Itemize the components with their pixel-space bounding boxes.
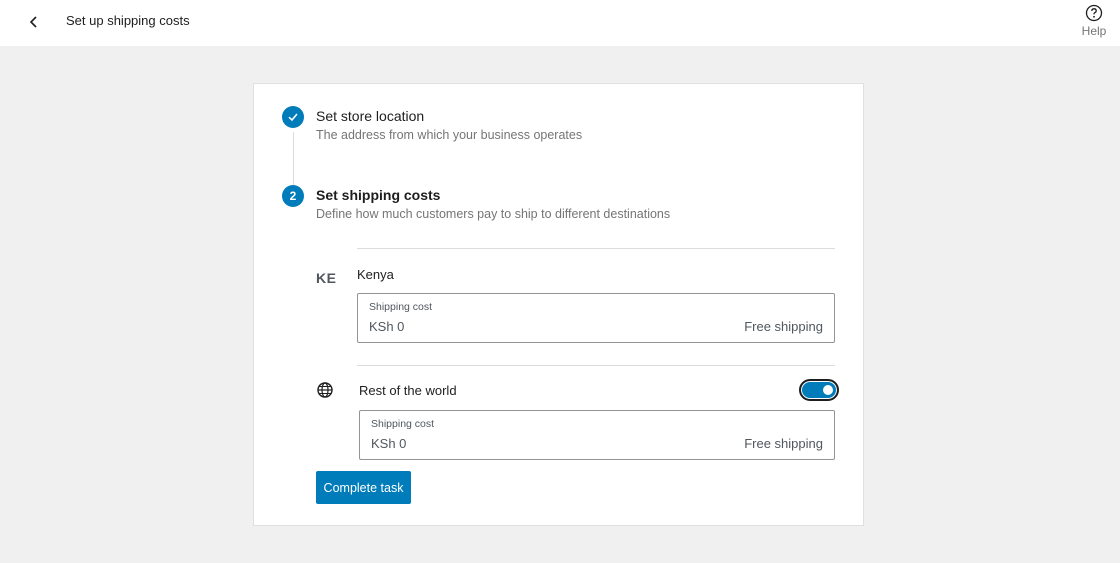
help-button[interactable]: Help xyxy=(1080,4,1108,40)
divider xyxy=(357,365,835,366)
step-title: Set store location xyxy=(316,108,425,124)
chevron-left-icon xyxy=(29,16,37,28)
free-shipping-hint: Free shipping xyxy=(744,436,823,451)
step-number-badge: 2 xyxy=(282,185,304,207)
shipping-cost-label: Shipping cost xyxy=(371,418,435,430)
back-button[interactable] xyxy=(22,10,46,34)
step-complete-badge xyxy=(282,106,304,128)
shipping-cost-input-kenya[interactable]: Shipping cost KSh 0 Free shipping xyxy=(357,293,835,343)
zone-name-kenya: Kenya xyxy=(357,267,394,282)
divider xyxy=(357,248,835,249)
free-shipping-hint: Free shipping xyxy=(744,319,823,334)
shipping-cost-value: KSh 0 xyxy=(371,436,407,451)
zone-country-code: KE xyxy=(316,270,337,286)
page-title: Set up shipping costs xyxy=(66,13,190,28)
step-description: The address from which your business ope… xyxy=(316,128,583,142)
help-icon xyxy=(1085,4,1103,22)
zone-name-rest-of-world: Rest of the world xyxy=(359,383,457,398)
step-connector xyxy=(293,132,294,188)
step-description: Define how much customers pay to ship to… xyxy=(316,207,671,221)
shipping-cost-value: KSh 0 xyxy=(369,319,405,334)
shipping-cost-label: Shipping cost xyxy=(369,301,433,313)
checkmark-icon xyxy=(288,113,298,122)
shipping-cost-input-rest-of-world[interactable]: Shipping cost KSh 0 Free shipping xyxy=(359,410,835,460)
complete-task-button[interactable]: Complete task xyxy=(316,471,411,504)
setup-card: Set store location The address from whic… xyxy=(253,83,864,526)
help-label: Help xyxy=(1081,24,1107,38)
rest-of-world-toggle[interactable] xyxy=(799,379,839,401)
step-title: Set shipping costs xyxy=(316,187,441,203)
top-bar: Set up shipping costs Help xyxy=(0,0,1120,46)
toggle-knob xyxy=(823,385,833,395)
globe-icon xyxy=(317,382,333,398)
